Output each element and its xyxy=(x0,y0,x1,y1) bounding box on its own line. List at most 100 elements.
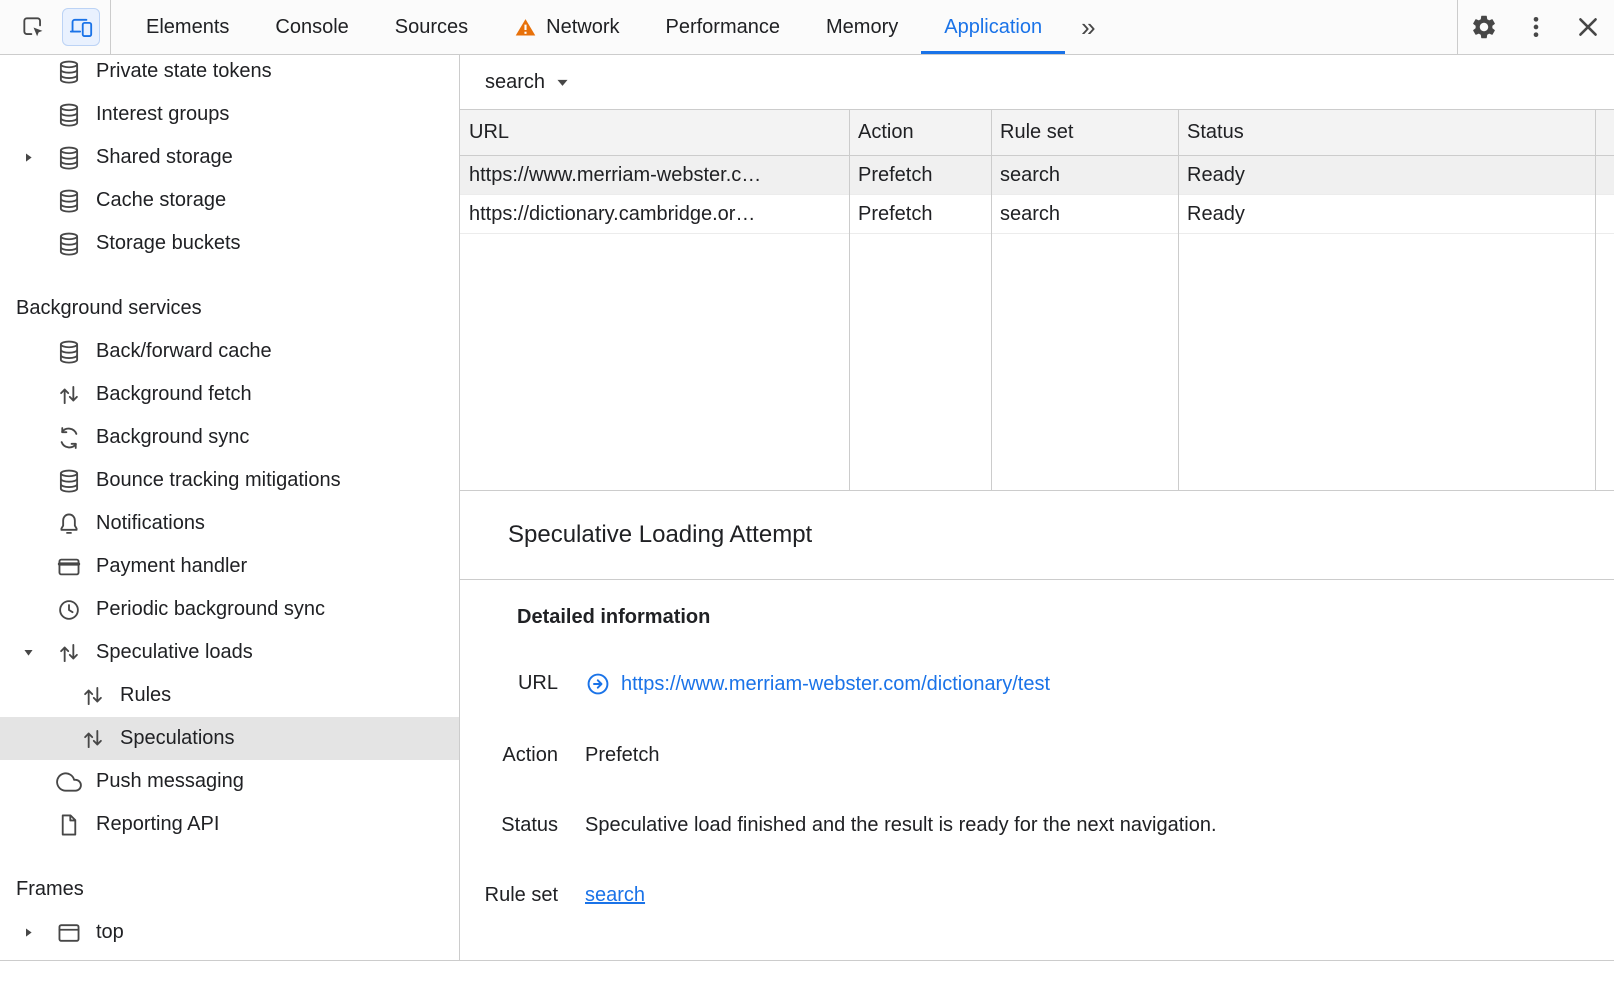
sidebar-item-label: Bounce tracking mitigations xyxy=(96,469,341,492)
detail-row-action: Action Prefetch xyxy=(476,743,1574,767)
tab-application[interactable]: Application xyxy=(921,0,1065,54)
table-header-row: URL Action Rule set Status xyxy=(460,110,1614,156)
tab-label: Application xyxy=(944,16,1042,39)
tab-label: Elements xyxy=(146,16,229,39)
rule-set-filter-dropdown[interactable]: search xyxy=(485,71,570,94)
cell-url: https://dictionary.cambridge.or… xyxy=(460,195,849,233)
triangle-right-icon[interactable] xyxy=(21,150,36,165)
cell-rule-set: search xyxy=(991,156,1178,194)
expander-slot xyxy=(16,150,56,165)
tab-console[interactable]: Console xyxy=(252,0,371,54)
sidebar-item-notifications[interactable]: Notifications xyxy=(0,502,459,545)
sidebar-item-label: Storage buckets xyxy=(96,232,241,255)
tab-memory[interactable]: Memory xyxy=(803,0,921,54)
cell-url: https://www.merriam-webster.c… xyxy=(460,156,849,194)
triangle-down-icon[interactable] xyxy=(21,645,36,660)
sidebar-item-label: Cache storage xyxy=(96,189,226,212)
column-resizer[interactable] xyxy=(849,110,850,490)
close-devtools-button[interactable] xyxy=(1562,0,1614,54)
sidebar-item-label: Notifications xyxy=(96,512,205,535)
database-icon xyxy=(56,102,82,128)
triangle-right-icon[interactable] xyxy=(21,925,36,940)
sidebar-item-cache-storage[interactable]: Cache storage xyxy=(0,179,459,222)
chevron-down-icon xyxy=(555,75,570,90)
panel-tabs: Elements Console Sources Network Perform… xyxy=(123,0,1112,54)
cloud-icon xyxy=(56,769,82,795)
sidebar-item-label: Private state tokens xyxy=(96,60,272,83)
inspect-element-button[interactable] xyxy=(14,8,52,46)
sidebar-item-label: Back/forward cache xyxy=(96,340,272,363)
application-sidebar[interactable]: Private state tokens Interest groups Sha… xyxy=(0,55,460,960)
sidebar-item-reporting-api[interactable]: Reporting API xyxy=(0,803,459,846)
sidebar-item-shared-storage[interactable]: Shared storage xyxy=(0,136,459,179)
sidebar-item-bounce-tracking-mitigations[interactable]: Bounce tracking mitigations xyxy=(0,459,459,502)
database-icon xyxy=(56,468,82,494)
sidebar-item-private-state-tokens[interactable]: Private state tokens xyxy=(0,55,459,93)
sidebar-item-periodic-background-sync[interactable]: Periodic background sync xyxy=(0,588,459,631)
menu-button[interactable] xyxy=(1510,0,1562,54)
tab-elements[interactable]: Elements xyxy=(123,0,252,54)
sidebar-item-background-sync[interactable]: Background sync xyxy=(0,416,459,459)
attempt-section-title: Speculative Loading Attempt xyxy=(460,491,1614,580)
sidebar-item-interest-groups[interactable]: Interest groups xyxy=(0,93,459,136)
sidebar-item-payment-handler[interactable]: Payment handler xyxy=(0,545,459,588)
column-resizer[interactable] xyxy=(991,110,992,490)
sidebar-item-label: Push messaging xyxy=(96,770,244,793)
rule-set-link[interactable]: search xyxy=(585,883,645,907)
settings-button[interactable] xyxy=(1458,0,1510,54)
sidebar-item-storage-buckets[interactable]: Storage buckets xyxy=(0,222,459,265)
tab-label: Sources xyxy=(395,16,468,39)
gear-icon xyxy=(1470,13,1498,41)
tab-sources[interactable]: Sources xyxy=(372,0,491,54)
sidebar-item-label: Speculations xyxy=(120,727,235,750)
column-header-rule-set[interactable]: Rule set xyxy=(991,110,1178,155)
sidebar-item-label: Speculative loads xyxy=(96,641,253,664)
tab-label: Performance xyxy=(666,16,781,39)
sidebar-item-top-frame[interactable]: top xyxy=(0,911,459,954)
attempt-url-link[interactable]: https://www.merriam-webster.com/dictiona… xyxy=(621,672,1050,696)
more-tabs-button[interactable]: » xyxy=(1065,0,1111,54)
up-down-arrows-icon xyxy=(80,726,106,752)
cell-status: Ready xyxy=(1178,156,1614,194)
database-icon xyxy=(56,339,82,365)
column-header-action[interactable]: Action xyxy=(849,110,991,155)
detail-row-url: URL https://www.merriam-webster.com/dict… xyxy=(476,671,1574,697)
open-link-icon[interactable] xyxy=(585,671,611,697)
toggle-device-toolbar-button[interactable] xyxy=(62,8,100,46)
sidebar-item-label: Reporting API xyxy=(96,813,219,836)
tab-label: Console xyxy=(275,16,348,39)
speculations-toolbar: search xyxy=(460,55,1614,109)
detail-label-rule-set: Rule set xyxy=(476,883,558,907)
sidebar-item-label: Shared storage xyxy=(96,146,233,169)
tab-label: Network xyxy=(546,16,619,39)
payment-card-icon xyxy=(56,554,82,580)
column-resizer[interactable] xyxy=(1178,110,1179,490)
column-resizer[interactable] xyxy=(1595,110,1596,490)
tab-label: Memory xyxy=(826,16,898,39)
table-row[interactable]: https://www.merriam-webster.c… Prefetch … xyxy=(460,156,1614,195)
sidebar-item-background-fetch[interactable]: Background fetch xyxy=(0,373,459,416)
bell-icon xyxy=(56,511,82,537)
tab-performance[interactable]: Performance xyxy=(643,0,804,54)
sidebar-item-rules[interactable]: Rules xyxy=(0,674,459,717)
sidebar-item-speculative-loads[interactable]: Speculative loads xyxy=(0,631,459,674)
sidebar-item-speculations[interactable]: Speculations xyxy=(0,717,459,760)
column-header-status[interactable]: Status xyxy=(1178,110,1614,155)
clock-icon xyxy=(56,597,82,623)
sidebar-item-back-forward-cache[interactable]: Back/forward cache xyxy=(0,330,459,373)
devtools-toolbar: Elements Console Sources Network Perform… xyxy=(0,0,1614,55)
sidebar-item-label: Background fetch xyxy=(96,383,252,406)
three-dots-icon xyxy=(1522,13,1550,41)
device-toolbar-icon xyxy=(68,14,94,40)
database-icon xyxy=(56,231,82,257)
column-header-url[interactable]: URL xyxy=(460,110,849,155)
warning-icon xyxy=(514,16,537,39)
sidebar-item-label: Rules xyxy=(120,684,171,707)
sidebar-item-push-messaging[interactable]: Push messaging xyxy=(0,760,459,803)
detail-row-rule-set: Rule set search xyxy=(476,883,1574,907)
toolbar-divider xyxy=(110,0,111,54)
sidebar-item-label: top xyxy=(96,921,124,944)
tab-network[interactable]: Network xyxy=(491,0,642,54)
detail-value-status: Speculative load finished and the result… xyxy=(585,813,1217,837)
table-row[interactable]: https://dictionary.cambridge.or… Prefetc… xyxy=(460,195,1614,234)
